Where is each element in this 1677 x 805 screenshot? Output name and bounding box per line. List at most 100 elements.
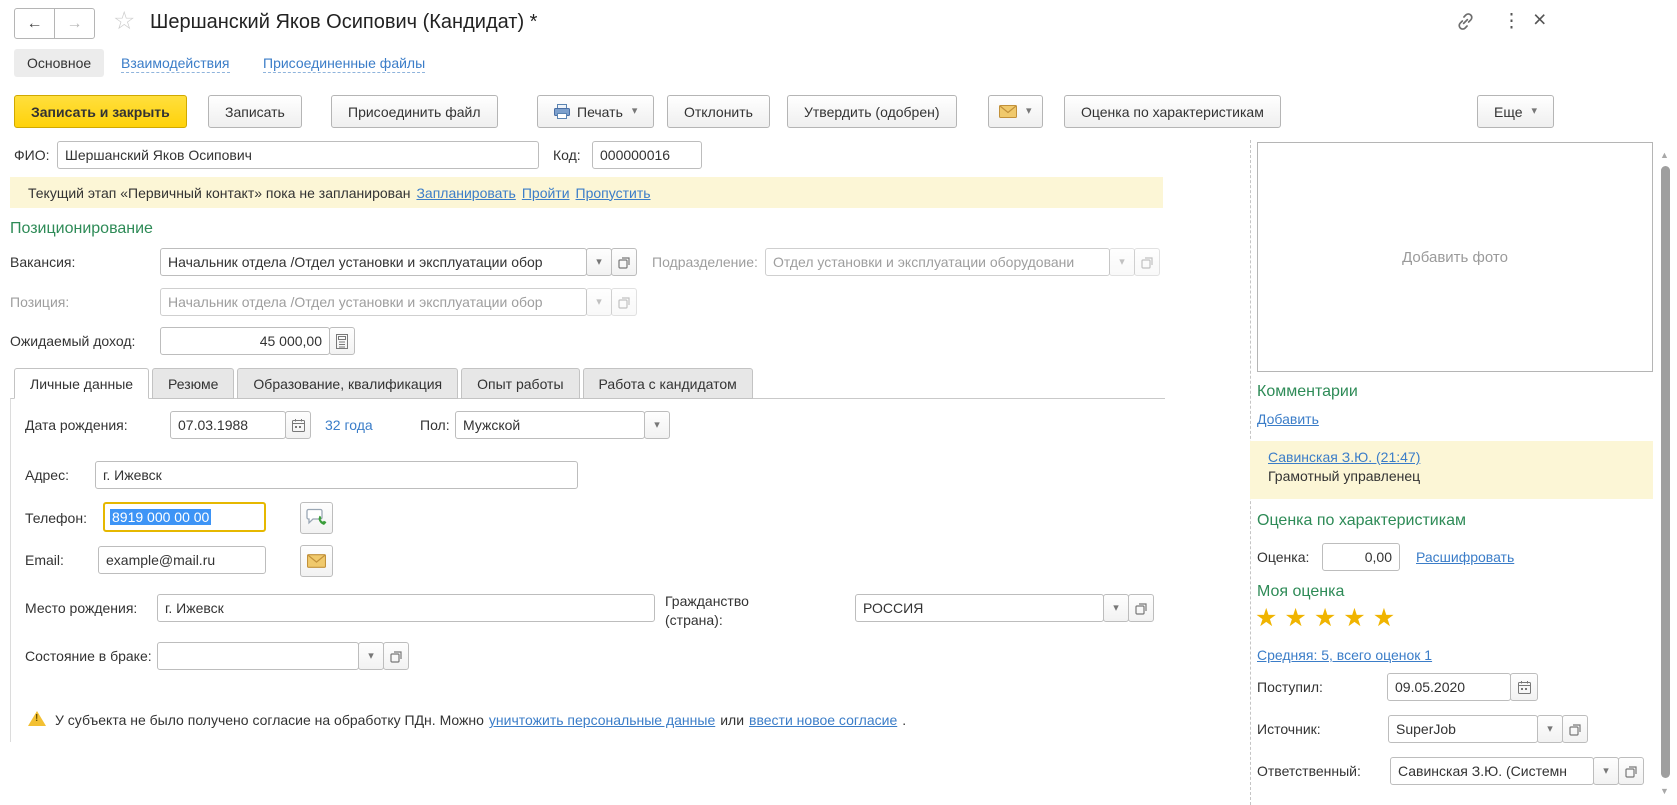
link-icon xyxy=(1458,13,1473,30)
tab-resume[interactable]: Резюме xyxy=(152,368,235,399)
approve-button[interactable]: Утвердить (одобрен) xyxy=(787,95,957,128)
source-open-button[interactable] xyxy=(1562,715,1588,743)
scroll-up-icon[interactable]: ▲ xyxy=(1660,150,1669,160)
code-input[interactable] xyxy=(592,141,702,169)
chevron-down-icon: ▾ xyxy=(1547,722,1553,735)
tab-education[interactable]: Образование, квалификация xyxy=(237,368,459,399)
characteristics-rating-button[interactable]: Оценка по характеристикам xyxy=(1064,95,1281,128)
vacancy-label: Вакансия: xyxy=(10,254,76,270)
more-button[interactable]: Еще ▾ xyxy=(1477,95,1555,128)
marital-open-button[interactable] xyxy=(383,642,409,670)
address-input[interactable] xyxy=(95,461,578,489)
close-icon[interactable]: × xyxy=(1533,6,1546,33)
favorite-star-icon[interactable]: ☆ xyxy=(113,6,135,36)
star-icon-3[interactable]: ★ xyxy=(1314,604,1336,632)
email-label: Email: xyxy=(25,552,64,568)
tab-strip: Личные данные Резюме Образование, квалиф… xyxy=(14,368,753,399)
open-record-icon xyxy=(617,296,630,309)
get-link-button[interactable] xyxy=(1455,11,1476,35)
history-nav: ← → xyxy=(14,8,95,39)
nav-tab-interactions[interactable]: Взаимодействия xyxy=(121,55,230,73)
envelope-icon xyxy=(999,105,1017,118)
citizenship-input[interactable] xyxy=(855,594,1104,622)
income-calculator-button[interactable] xyxy=(329,327,355,355)
comments-heading: Комментарии xyxy=(1257,383,1358,400)
responsible-label: Ответственный: xyxy=(1257,763,1361,779)
birth-date-label: Дата рождения: xyxy=(25,417,128,433)
stage-notice-bar: Текущий этап «Первичный контакт» пока не… xyxy=(10,177,1163,208)
average-rating-link[interactable]: Средняя: 5, всего оценок 1 xyxy=(1257,647,1432,663)
nav-tab-attachments[interactable]: Присоединенные файлы xyxy=(263,55,426,73)
forward-arrow-icon: → xyxy=(66,14,83,32)
nav-tab-main[interactable]: Основное xyxy=(14,49,105,77)
position-dropdown-button: ▾ xyxy=(586,288,612,316)
star-icon-1[interactable]: ★ xyxy=(1255,604,1277,632)
gender-dropdown-button[interactable]: ▾ xyxy=(644,411,670,439)
send-email-button[interactable]: ▾ xyxy=(988,95,1043,128)
save-and-close-button[interactable]: Записать и закрыть xyxy=(14,95,187,128)
chevron-down-icon: ▾ xyxy=(1603,764,1609,777)
destroy-personal-data-link[interactable]: уничтожить персональные данные xyxy=(489,712,715,728)
phone-label: Телефон: xyxy=(25,510,87,526)
vacancy-dropdown-button[interactable]: ▾ xyxy=(586,248,612,276)
marital-status-input[interactable] xyxy=(157,642,359,670)
skip-stage-link[interactable]: Пропустить xyxy=(576,185,651,201)
print-button[interactable]: Печать ▾ xyxy=(537,95,655,128)
decrypt-rating-link[interactable]: Расшифровать xyxy=(1416,549,1514,565)
birth-date-calendar-button[interactable] xyxy=(285,411,311,439)
rating-input[interactable] xyxy=(1322,543,1400,571)
add-comment-link[interactable]: Добавить xyxy=(1257,411,1319,427)
source-dropdown-button[interactable]: ▾ xyxy=(1537,715,1563,743)
responsible-open-button[interactable] xyxy=(1618,757,1644,785)
gender-input[interactable] xyxy=(455,411,645,439)
received-calendar-button[interactable] xyxy=(1510,673,1538,701)
printer-icon xyxy=(554,104,570,119)
scroll-down-icon[interactable]: ▼ xyxy=(1660,786,1669,796)
star-icon-2[interactable]: ★ xyxy=(1284,604,1306,632)
consent-warning-text: У субъекта не было получено согласие на … xyxy=(55,712,484,728)
sms-icon xyxy=(305,508,326,525)
age-link[interactable]: 32 года xyxy=(325,417,373,433)
chevron-down-icon: ▾ xyxy=(596,295,602,308)
save-button[interactable]: Записать xyxy=(208,95,302,128)
star-icon-5[interactable]: ★ xyxy=(1373,604,1395,632)
tab-experience[interactable]: Опыт работы xyxy=(461,368,580,399)
tab-work-with-candidate[interactable]: Работа с кандидатом xyxy=(582,368,753,399)
responsible-input[interactable] xyxy=(1390,757,1594,785)
expected-income-input[interactable] xyxy=(160,327,330,355)
vacancy-open-button[interactable] xyxy=(611,248,637,276)
send-mail-button[interactable] xyxy=(300,545,333,577)
phone-input[interactable]: 8919 000 00 00 xyxy=(103,502,266,532)
attach-file-button[interactable]: Присоединить файл xyxy=(331,95,498,128)
kebab-menu-icon[interactable]: ⋮ xyxy=(1502,10,1521,33)
address-label: Адрес: xyxy=(25,467,69,483)
marital-dropdown-button[interactable]: ▾ xyxy=(358,642,384,670)
send-sms-button[interactable] xyxy=(300,502,333,534)
citizenship-open-button[interactable] xyxy=(1128,594,1154,622)
source-input[interactable] xyxy=(1388,715,1538,743)
reject-button[interactable]: Отклонить xyxy=(667,95,770,128)
comment-author-link[interactable]: Савинская З.Ю. (21:47) xyxy=(1268,449,1420,465)
plan-stage-link[interactable]: Запланировать xyxy=(416,185,515,201)
position-label: Позиция: xyxy=(10,294,70,310)
star-icon-4[interactable]: ★ xyxy=(1343,604,1365,632)
citizenship-dropdown-button[interactable]: ▾ xyxy=(1103,594,1129,622)
tab-personal-data[interactable]: Личные данные xyxy=(14,368,150,399)
phone-selected-text: 8919 000 00 00 xyxy=(110,509,212,525)
responsible-dropdown-button[interactable]: ▾ xyxy=(1593,757,1619,785)
birth-date-input[interactable] xyxy=(170,411,286,439)
vacancy-input[interactable] xyxy=(160,248,587,276)
open-record-icon xyxy=(1568,723,1581,736)
add-photo-box[interactable]: Добавить фото xyxy=(1257,142,1653,372)
birth-place-input[interactable] xyxy=(157,594,655,622)
new-consent-link[interactable]: ввести новое согласие xyxy=(749,712,897,728)
received-date-input[interactable] xyxy=(1387,673,1511,701)
forward-button[interactable]: → xyxy=(54,8,95,39)
fio-input[interactable] xyxy=(57,141,539,169)
pass-stage-link[interactable]: Пройти xyxy=(522,185,570,201)
back-button[interactable]: ← xyxy=(14,8,55,39)
consent-warning: У субъекта не было получено согласие на … xyxy=(55,712,906,728)
envelope-icon xyxy=(307,554,326,568)
scrollbar-thumb[interactable] xyxy=(1661,166,1670,778)
email-input[interactable] xyxy=(98,546,266,574)
